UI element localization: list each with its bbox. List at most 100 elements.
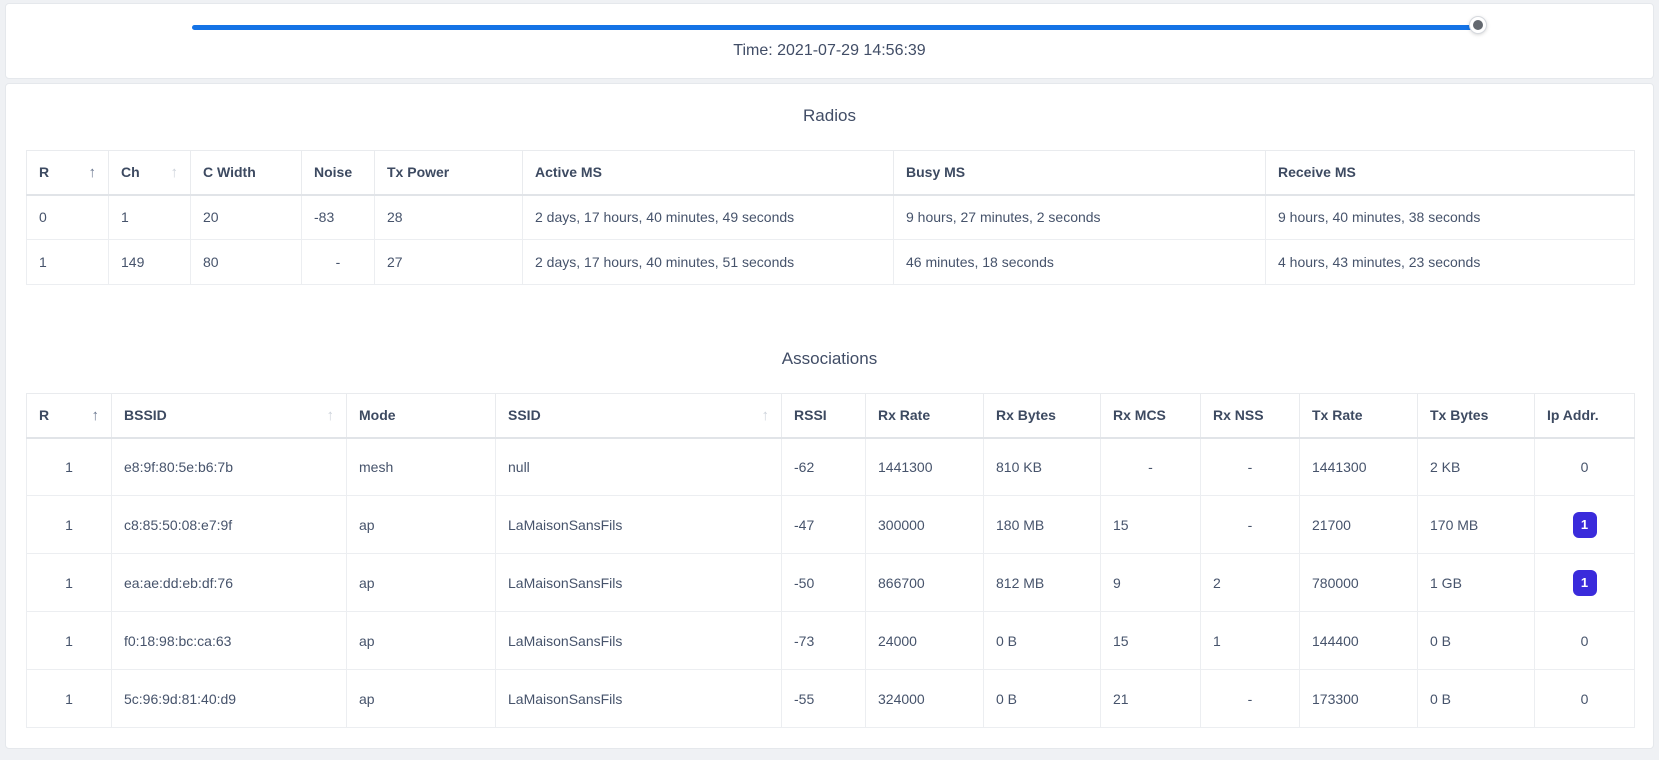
table-cell: 15 (1101, 496, 1201, 554)
radios-column-header-busy-ms: Busy MS (894, 151, 1266, 195)
associations-header-row: R↑BSSID↑ModeSSID↑RSSIRx RateRx BytesRx M… (27, 394, 1635, 438)
table-cell: LaMaisonSansFils (496, 496, 782, 554)
table-cell: 0 B (984, 612, 1101, 670)
table-cell: ea:ae:dd:eb:df:76 (112, 554, 347, 612)
time-label: Time: 2021-07-29 14:56:39 (6, 42, 1653, 60)
associations-title: Associations (6, 285, 1653, 371)
table-cell: -50 (782, 554, 866, 612)
table-cell: ap (347, 554, 496, 612)
column-label: Tx Rate (1312, 407, 1363, 423)
radios-column-header-noise: Noise (302, 151, 375, 195)
associations-column-header-r[interactable]: R↑ (27, 394, 112, 438)
table-cell: null (496, 438, 782, 496)
column-label: Busy MS (906, 164, 965, 180)
table-cell: 324000 (866, 670, 984, 728)
table-cell: - (302, 240, 375, 285)
radios-column-header-receive-ms: Receive MS (1266, 151, 1635, 195)
table-cell: 1 GB (1418, 554, 1535, 612)
table-cell: 46 minutes, 18 seconds (894, 240, 1266, 285)
table-cell: 0 B (1418, 670, 1535, 728)
table-row: 15c:96:9d:81:40:d9apLaMaisonSansFils-553… (27, 670, 1635, 728)
column-label: Noise (314, 164, 352, 180)
table-cell: 28 (375, 195, 523, 240)
sort-ascending-icon: ↑ (762, 408, 770, 423)
tables-panel: Radios R↑Ch↑C WidthNoiseTx PowerActive M… (5, 83, 1654, 749)
column-label: R (39, 164, 49, 180)
table-cell: LaMaisonSansFils (496, 554, 782, 612)
associations-column-header-tx-bytes: Tx Bytes (1418, 394, 1535, 438)
table-cell: 1 (109, 195, 191, 240)
table-cell: 1 (27, 438, 112, 496)
associations-column-header-rx-mcs: Rx MCS (1101, 394, 1201, 438)
slider-handle[interactable] (1470, 17, 1486, 33)
radios-column-header-r[interactable]: R↑ (27, 151, 109, 195)
table-cell: f0:18:98:bc:ca:63 (112, 612, 347, 670)
radios-table: R↑Ch↑C WidthNoiseTx PowerActive MSBusy M… (26, 150, 1635, 285)
column-label: SSID (508, 407, 541, 423)
sort-ascending-icon: ↑ (171, 165, 179, 180)
associations-table: R↑BSSID↑ModeSSID↑RSSIRx RateRx BytesRx M… (26, 393, 1635, 728)
ip-addr-cell: 1 (1535, 554, 1635, 612)
associations-column-header-tx-rate: Tx Rate (1300, 394, 1418, 438)
table-cell: 2 days, 17 hours, 40 minutes, 51 seconds (523, 240, 894, 285)
table-row: 1e8:9f:80:5e:b6:7bmeshnull-621441300810 … (27, 438, 1635, 496)
table-cell: c8:85:50:08:e7:9f (112, 496, 347, 554)
table-cell: - (1101, 438, 1201, 496)
table-row: 0120-83282 days, 17 hours, 40 minutes, 4… (27, 195, 1635, 240)
column-label: Tx Bytes (1430, 407, 1488, 423)
table-cell: -55 (782, 670, 866, 728)
associations-column-header-rx-rate: Rx Rate (866, 394, 984, 438)
table-cell: 780000 (1300, 554, 1418, 612)
table-cell: 173300 (1300, 670, 1418, 728)
table-row: 114980-272 days, 17 hours, 40 minutes, 5… (27, 240, 1635, 285)
column-label: C Width (203, 164, 256, 180)
column-label: Receive MS (1278, 164, 1356, 180)
radios-column-header-tx-power: Tx Power (375, 151, 523, 195)
radios-column-header-c-width: C Width (191, 151, 302, 195)
column-label: Ip Addr. (1547, 407, 1599, 423)
table-cell: 0 (27, 195, 109, 240)
table-cell: 27 (375, 240, 523, 285)
ip-addr-badge[interactable]: 1 (1573, 570, 1597, 596)
column-label: R (39, 407, 49, 423)
table-cell: 1 (27, 240, 109, 285)
associations-column-header-ssid[interactable]: SSID ↑ (496, 394, 782, 438)
radios-column-header-ch[interactable]: Ch ↑ (109, 151, 191, 195)
table-cell: 2 (1201, 554, 1300, 612)
column-label: RSSI (794, 407, 827, 423)
table-cell: 170 MB (1418, 496, 1535, 554)
table-cell: -73 (782, 612, 866, 670)
sort-ascending-icon: ↑ (89, 165, 97, 180)
associations-column-header-bssid[interactable]: BSSID↑ (112, 394, 347, 438)
table-cell: 21700 (1300, 496, 1418, 554)
table-cell: 149 (109, 240, 191, 285)
table-cell: 0 B (984, 670, 1101, 728)
table-cell: 810 KB (984, 438, 1101, 496)
column-label: Rx NSS (1213, 407, 1264, 423)
table-cell: 0 (1535, 612, 1635, 670)
ip-addr-badge[interactable]: 1 (1573, 512, 1597, 538)
table-cell: 80 (191, 240, 302, 285)
table-cell: 0 B (1418, 612, 1535, 670)
table-cell: 20 (191, 195, 302, 240)
table-cell: 0 (1535, 670, 1635, 728)
table-cell: 0 (1535, 438, 1635, 496)
table-cell: 21 (1101, 670, 1201, 728)
radios-title: Radios (6, 84, 1653, 128)
table-cell: 144400 (1300, 612, 1418, 670)
table-cell: LaMaisonSansFils (496, 612, 782, 670)
slider-track[interactable] (192, 25, 1476, 30)
table-cell: 180 MB (984, 496, 1101, 554)
associations-column-header-rx-bytes: Rx Bytes (984, 394, 1101, 438)
column-label: Ch (121, 164, 140, 180)
table-cell: ap (347, 670, 496, 728)
table-cell: 1 (27, 554, 112, 612)
table-cell: e8:9f:80:5e:b6:7b (112, 438, 347, 496)
table-cell: 24000 (866, 612, 984, 670)
table-cell: 1 (1201, 612, 1300, 670)
table-cell: 5c:96:9d:81:40:d9 (112, 670, 347, 728)
table-cell: 2 days, 17 hours, 40 minutes, 49 seconds (523, 195, 894, 240)
table-cell: 1441300 (866, 438, 984, 496)
table-cell: 1 (27, 612, 112, 670)
time-slider[interactable] (192, 21, 1476, 35)
